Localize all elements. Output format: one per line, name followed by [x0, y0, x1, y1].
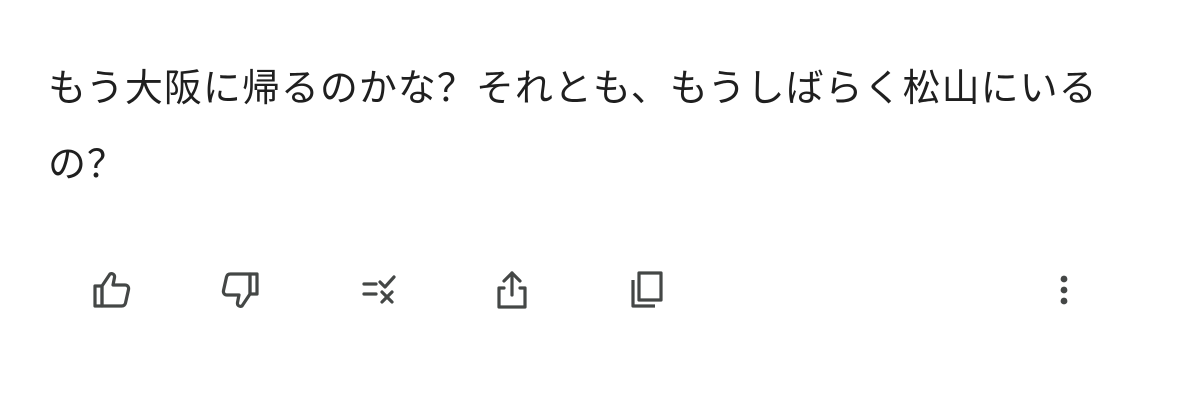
list-check-x-icon	[358, 268, 402, 312]
response-text: もう大阪に帰るのかな？それとも、もうしばらく松山にいるの？	[48, 66, 1098, 186]
more-vertical-icon	[1042, 268, 1086, 312]
thumb-up-icon	[90, 268, 134, 312]
response-actions-bar	[0, 260, 1200, 320]
copy-icon	[624, 268, 668, 312]
thumb-down-icon	[218, 268, 262, 312]
share-icon	[490, 268, 534, 312]
thumb-up-button[interactable]	[82, 260, 142, 320]
thumb-down-button[interactable]	[210, 260, 270, 320]
more-options-button[interactable]	[1034, 260, 1094, 320]
share-button[interactable]	[482, 260, 542, 320]
modify-response-button[interactable]	[350, 260, 410, 320]
copy-button[interactable]	[616, 260, 676, 320]
